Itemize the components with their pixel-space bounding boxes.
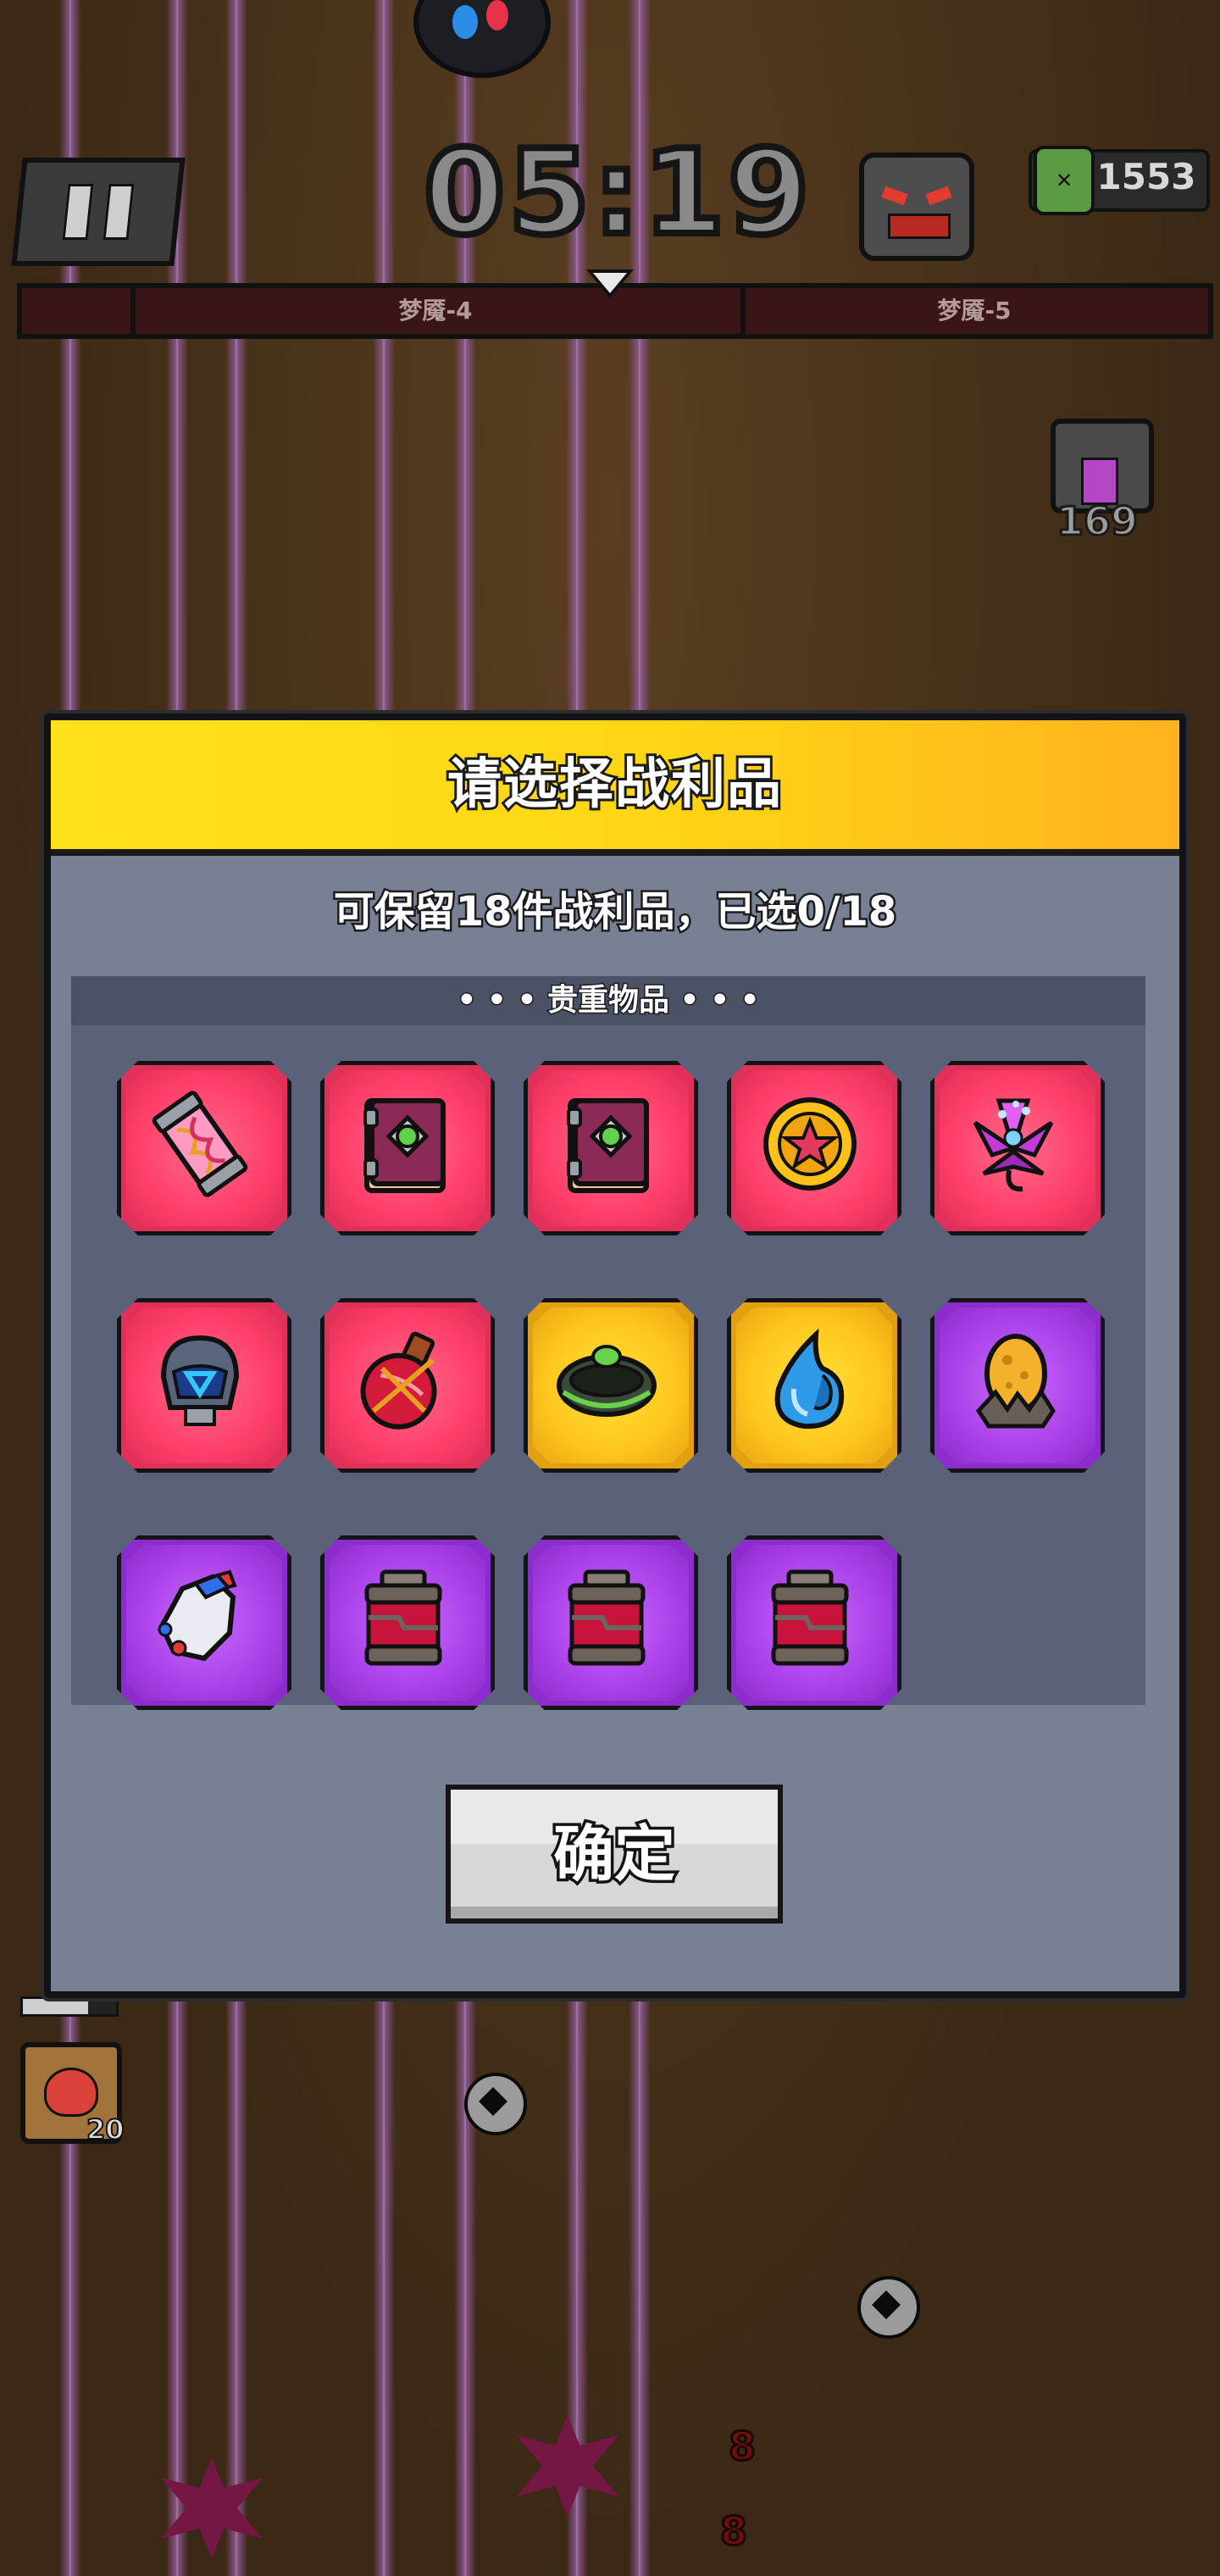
selection-status: 可保留18件战利品，已选0/18 — [331, 886, 899, 938]
loot-item-supply-jar[interactable] — [524, 1535, 698, 1710]
green-gem-ring-icon — [557, 1345, 657, 1417]
loot-panel: • • • 贵重物品 • • • — [71, 976, 1145, 1710]
section-title: • • • 贵重物品 • • • — [71, 976, 1145, 1025]
loot-item-star-medal[interactable] — [727, 1061, 901, 1235]
loot-item-potion-flask[interactable] — [320, 1298, 495, 1473]
dna-capsule-icon — [152, 1091, 248, 1197]
cyber-helmet-icon — [160, 1335, 240, 1426]
spellbook-icon — [363, 1098, 446, 1193]
spellbook-icon — [567, 1098, 649, 1193]
stage-label-next: 梦魇-5 — [937, 297, 1012, 325]
kill-count: 1553 — [1096, 156, 1196, 197]
boss-icon — [859, 153, 974, 261]
pause-icon — [62, 184, 94, 240]
experience-bar — [20, 1996, 119, 2017]
game-timer: 05:19 — [420, 122, 813, 264]
chest-count: 169 — [1055, 497, 1139, 546]
glove-icon — [158, 1569, 237, 1662]
progress-marker-icon — [586, 269, 634, 298]
star-medal-icon — [763, 1097, 857, 1191]
supply-jar-icon — [771, 1569, 849, 1666]
potion-flask-icon — [360, 1331, 437, 1430]
confirm-button[interactable]: 确定 — [446, 1785, 783, 1924]
loot-item-dna-capsule[interactable] — [117, 1061, 291, 1235]
supply-jar-icon — [364, 1569, 442, 1666]
loot-item-supply-jar[interactable] — [320, 1535, 495, 1710]
skull-icon: ✕ — [1034, 146, 1095, 215]
heart-icon — [44, 2068, 98, 2117]
heart-skill-count: 20 — [86, 2112, 125, 2146]
confirm-button-label: 确定 — [550, 1816, 678, 1893]
loot-item-supply-jar[interactable] — [727, 1535, 901, 1710]
loot-item-water-drop[interactable] — [727, 1298, 901, 1473]
pause-button[interactable] — [11, 158, 186, 266]
loot-item-spellbook[interactable] — [524, 1061, 698, 1235]
blue-water-drop-icon — [774, 1328, 845, 1430]
loot-item-gem-ring[interactable] — [524, 1298, 698, 1473]
loot-selection-dialog: 请选择战利品 可保留18件战利品，已选0/18 • • • 贵重物品 • • • — [44, 713, 1186, 1998]
golden-egg-icon — [975, 1334, 1056, 1429]
loot-item-spellbook[interactable] — [320, 1061, 495, 1235]
loot-item-glove[interactable] — [117, 1535, 291, 1710]
loot-item-purple-flower[interactable] — [930, 1061, 1105, 1235]
loot-item-cyber-helmet[interactable] — [117, 1298, 291, 1473]
dialog-header: 请选择战利品 — [51, 720, 1179, 856]
pause-icon-bar — [103, 184, 135, 240]
purple-flower-icon — [973, 1098, 1054, 1192]
loot-item-golden-egg[interactable] — [930, 1298, 1105, 1473]
dialog-title: 请选择战利品 — [445, 751, 784, 819]
supply-jar-icon — [568, 1569, 646, 1666]
stage-label-current: 梦魇-4 — [398, 297, 473, 325]
